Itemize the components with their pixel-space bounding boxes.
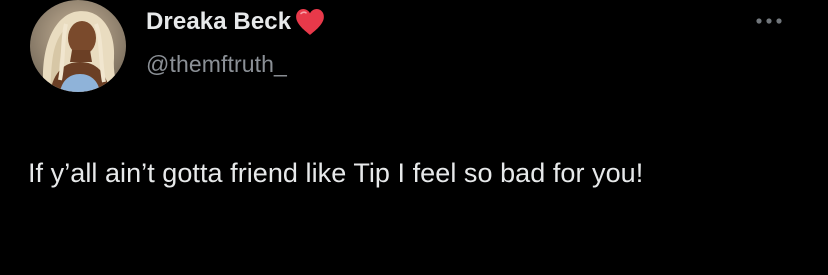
tweet-text: If y’all ain’t gotta friend like Tip I f… — [28, 158, 644, 188]
tweet: Dreaka Beck @themftruth_ If y’all ain’t … — [0, 0, 828, 275]
display-name[interactable]: Dreaka Beck — [146, 8, 291, 36]
author-handle[interactable]: @themftruth_ — [146, 51, 287, 78]
more-icon — [756, 18, 782, 24]
profile-photo — [30, 0, 126, 92]
more-options-button[interactable] — [752, 10, 786, 32]
heart-icon — [294, 7, 326, 37]
avatar[interactable] — [30, 0, 126, 92]
author-name-row: Dreaka Beck — [146, 4, 326, 40]
